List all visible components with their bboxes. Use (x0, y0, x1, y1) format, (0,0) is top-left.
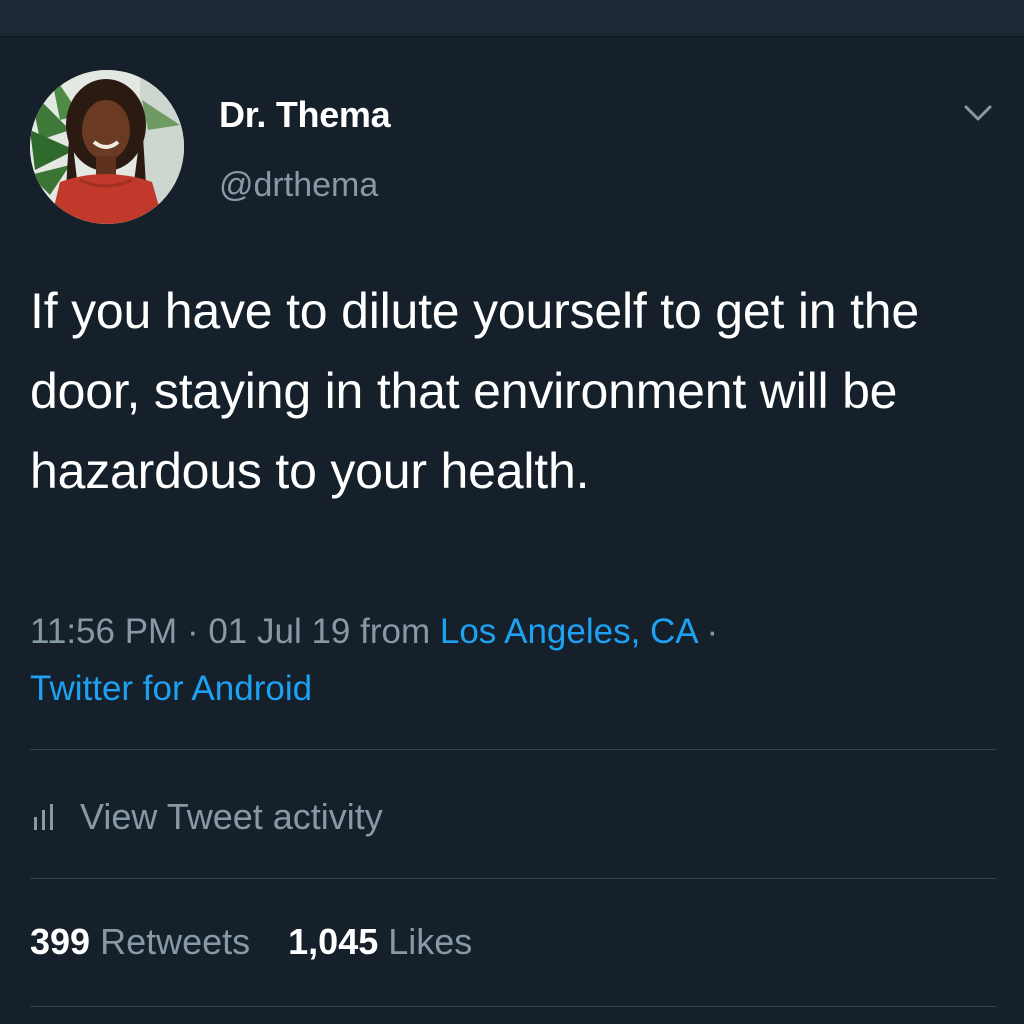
retweets-stat[interactable]: 399 Retweets (30, 921, 250, 963)
tweet-stats: 399 Retweets 1,045 Likes (30, 921, 510, 963)
divider (30, 1006, 996, 1007)
divider (30, 749, 996, 750)
status-bar (0, 0, 1024, 37)
location-link[interactable]: Los Angeles, CA (440, 612, 697, 651)
separator-dot: · (706, 612, 719, 651)
divider (30, 878, 996, 879)
likes-stat[interactable]: 1,045 Likes (288, 921, 472, 963)
tweet-date: 01 Jul 19 (208, 612, 351, 651)
tweet-metadata: 11:56 PM · 01 Jul 19 from Los Angeles, C… (30, 603, 990, 717)
author-handle[interactable]: @drthema (219, 166, 378, 205)
avatar[interactable] (30, 70, 184, 224)
client-link[interactable]: Twitter for Android (30, 669, 312, 708)
avatar-photo (30, 70, 184, 224)
retweets-count: 399 (30, 921, 91, 962)
author-display-name[interactable]: Dr. Thema (219, 94, 391, 136)
chevron-down-icon[interactable] (958, 97, 998, 129)
tweet-detail: Dr. Thema @drthema If you have to dilute… (0, 37, 1024, 1024)
tweet-time: 11:56 PM (30, 612, 178, 651)
bar-chart-icon (34, 804, 53, 830)
retweets-label: Retweets (100, 921, 251, 962)
tweet-text: If you have to dilute yourself to get in… (30, 283, 919, 499)
likes-count: 1,045 (288, 921, 379, 962)
from-label: from (360, 612, 431, 651)
view-tweet-activity-label: View Tweet activity (80, 796, 383, 837)
separator-dot: · (186, 612, 199, 651)
likes-label: Likes (388, 921, 473, 962)
view-tweet-activity-button[interactable]: View Tweet activity (30, 792, 383, 842)
